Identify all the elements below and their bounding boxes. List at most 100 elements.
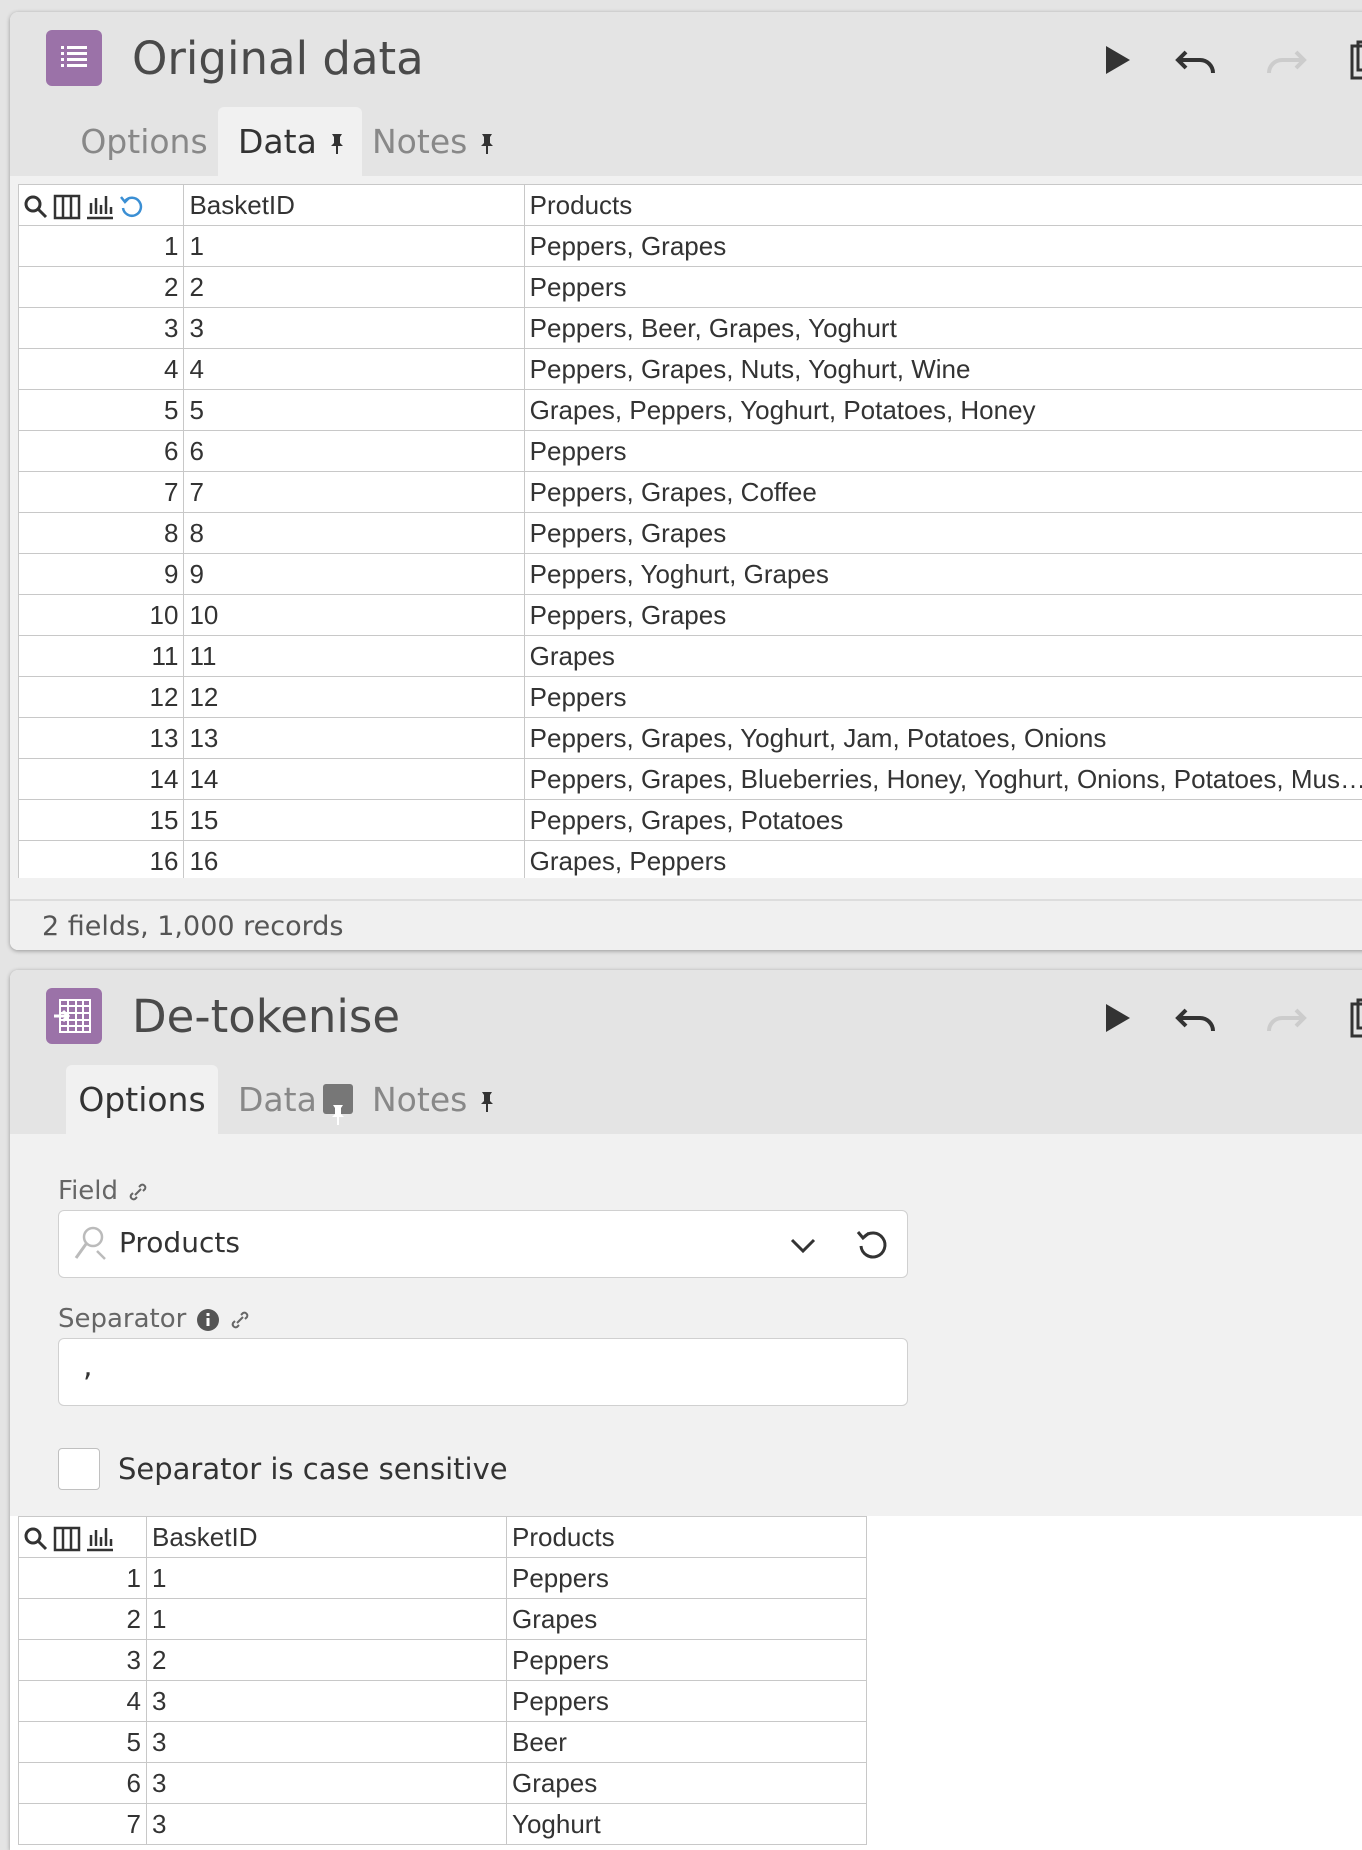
table-row[interactable]: 43Peppers xyxy=(19,1681,867,1722)
row-number[interactable]: 2 xyxy=(19,1599,147,1640)
row-number[interactable]: 10 xyxy=(19,595,184,636)
cell-products[interactable]: Peppers, Grapes, Yoghurt, Jam, Potatoes,… xyxy=(524,718,1362,759)
cell-products[interactable]: Grapes xyxy=(507,1763,867,1804)
row-number[interactable]: 12 xyxy=(19,677,184,718)
column-header-products[interactable]: Products xyxy=(507,1517,867,1558)
cell-basketid[interactable]: 3 xyxy=(184,308,524,349)
tab-notes[interactable]: Notes xyxy=(372,107,502,177)
table-row[interactable]: 55Grapes, Peppers, Yoghurt, Potatoes, Ho… xyxy=(19,390,1362,431)
cell-basketid[interactable]: 1 xyxy=(184,226,524,267)
reset-icon[interactable] xyxy=(855,1227,891,1263)
table-row[interactable]: 11Peppers xyxy=(19,1558,867,1599)
table-row[interactable]: 11Peppers, Grapes xyxy=(19,226,1362,267)
row-number[interactable]: 3 xyxy=(19,308,184,349)
row-number[interactable]: 11 xyxy=(19,636,184,677)
table-row[interactable]: 22Peppers xyxy=(19,267,1362,308)
columns-icon[interactable] xyxy=(53,193,81,221)
column-header-basketid[interactable]: BasketID xyxy=(184,185,524,226)
cell-products[interactable]: Peppers, Grapes, Potatoes xyxy=(524,800,1362,841)
table-row[interactable]: 66Peppers xyxy=(19,431,1362,472)
cell-basketid[interactable]: 9 xyxy=(184,554,524,595)
table-row[interactable]: 1010Peppers, Grapes xyxy=(19,595,1362,636)
table-row[interactable]: 32Peppers xyxy=(19,1640,867,1681)
cell-products[interactable]: Grapes, Peppers, Yoghurt, Potatoes, Hone… xyxy=(524,390,1362,431)
play-icon[interactable] xyxy=(1096,998,1136,1038)
field-select[interactable]: Products xyxy=(58,1210,908,1278)
column-header-basketid[interactable]: BasketID xyxy=(147,1517,507,1558)
row-number[interactable]: 8 xyxy=(19,513,184,554)
cell-basketid[interactable]: 12 xyxy=(184,677,524,718)
table-row[interactable]: 33Peppers, Beer, Grapes, Yoghurt xyxy=(19,308,1362,349)
column-header-products[interactable]: Products xyxy=(524,185,1362,226)
tab-data[interactable]: Data xyxy=(238,1065,364,1135)
cell-basketid[interactable]: 16 xyxy=(184,841,524,879)
table-row[interactable]: 1515Peppers, Grapes, Potatoes xyxy=(19,800,1362,841)
row-number[interactable]: 13 xyxy=(19,718,184,759)
cell-basketid[interactable]: 1 xyxy=(147,1599,507,1640)
chart-icon[interactable] xyxy=(85,193,115,221)
row-number[interactable]: 1 xyxy=(19,1558,147,1599)
row-number[interactable]: 2 xyxy=(19,267,184,308)
cell-products[interactable]: Peppers xyxy=(524,677,1362,718)
copy-icon[interactable] xyxy=(1350,40,1362,80)
redo-icon[interactable] xyxy=(1262,998,1302,1038)
tab-data[interactable]: Data xyxy=(218,107,362,177)
cell-basketid[interactable]: 14 xyxy=(184,759,524,800)
row-number[interactable]: 9 xyxy=(19,554,184,595)
cell-products[interactable]: Grapes xyxy=(507,1599,867,1640)
cell-basketid[interactable]: 6 xyxy=(184,431,524,472)
play-icon[interactable] xyxy=(1096,40,1136,80)
row-number[interactable]: 3 xyxy=(19,1640,147,1681)
cell-basketid[interactable]: 3 xyxy=(147,1763,507,1804)
row-number[interactable]: 6 xyxy=(19,1763,147,1804)
refresh-icon[interactable] xyxy=(119,194,145,220)
cell-basketid[interactable]: 5 xyxy=(184,390,524,431)
row-number[interactable]: 1 xyxy=(19,226,184,267)
cell-products[interactable]: Grapes, Peppers xyxy=(524,841,1362,879)
cell-basketid[interactable]: 2 xyxy=(184,267,524,308)
chevron-down-icon[interactable] xyxy=(789,1233,817,1257)
cell-products[interactable]: Peppers xyxy=(507,1681,867,1722)
columns-icon[interactable] xyxy=(53,1525,81,1553)
link-icon[interactable] xyxy=(128,1182,148,1202)
table-row[interactable]: 1212Peppers xyxy=(19,677,1362,718)
row-number[interactable]: 7 xyxy=(19,1804,147,1845)
redo-icon[interactable] xyxy=(1262,40,1302,80)
table-row[interactable]: 1616Grapes, Peppers xyxy=(19,841,1362,879)
cell-products[interactable]: Peppers xyxy=(524,267,1362,308)
cell-basketid[interactable]: 2 xyxy=(147,1640,507,1681)
search-icon[interactable] xyxy=(23,1526,49,1552)
cell-basketid[interactable]: 11 xyxy=(184,636,524,677)
cell-products[interactable]: Peppers, Grapes xyxy=(524,226,1362,267)
table-row[interactable]: 99Peppers, Yoghurt, Grapes xyxy=(19,554,1362,595)
tab-options[interactable]: Options xyxy=(76,107,212,177)
cell-products[interactable]: Peppers, Grapes, Nuts, Yoghurt, Wine xyxy=(524,349,1362,390)
cell-basketid[interactable]: 3 xyxy=(147,1804,507,1845)
separator-input[interactable]: , xyxy=(58,1338,908,1406)
row-number[interactable]: 4 xyxy=(19,349,184,390)
cell-basketid[interactable]: 4 xyxy=(184,349,524,390)
undo-icon[interactable] xyxy=(1174,998,1214,1038)
cell-products[interactable]: Peppers, Beer, Grapes, Yoghurt xyxy=(524,308,1362,349)
row-number[interactable]: 15 xyxy=(19,800,184,841)
row-number[interactable]: 5 xyxy=(19,1722,147,1763)
table-row[interactable]: 73Yoghurt xyxy=(19,1804,867,1845)
cell-basketid[interactable]: 3 xyxy=(147,1722,507,1763)
cell-basketid[interactable]: 7 xyxy=(184,472,524,513)
cell-basketid[interactable]: 10 xyxy=(184,595,524,636)
cell-products[interactable]: Peppers, Grapes, Blueberries, Honey, Yog… xyxy=(524,759,1362,800)
cell-basketid[interactable]: 1 xyxy=(147,1558,507,1599)
info-icon[interactable] xyxy=(196,1308,220,1332)
table-row[interactable]: 1111Grapes xyxy=(19,636,1362,677)
cell-basketid[interactable]: 3 xyxy=(147,1681,507,1722)
tab-options[interactable]: Options xyxy=(66,1065,218,1135)
table-row[interactable]: 63Grapes xyxy=(19,1763,867,1804)
table-row[interactable]: 53Beer xyxy=(19,1722,867,1763)
row-number[interactable]: 7 xyxy=(19,472,184,513)
row-number[interactable]: 6 xyxy=(19,431,184,472)
table-row[interactable]: 77Peppers, Grapes, Coffee xyxy=(19,472,1362,513)
table-row[interactable]: 1414Peppers, Grapes, Blueberries, Honey,… xyxy=(19,759,1362,800)
cell-basketid[interactable]: 13 xyxy=(184,718,524,759)
table-row[interactable]: 88Peppers, Grapes xyxy=(19,513,1362,554)
chart-icon[interactable] xyxy=(85,1525,115,1553)
